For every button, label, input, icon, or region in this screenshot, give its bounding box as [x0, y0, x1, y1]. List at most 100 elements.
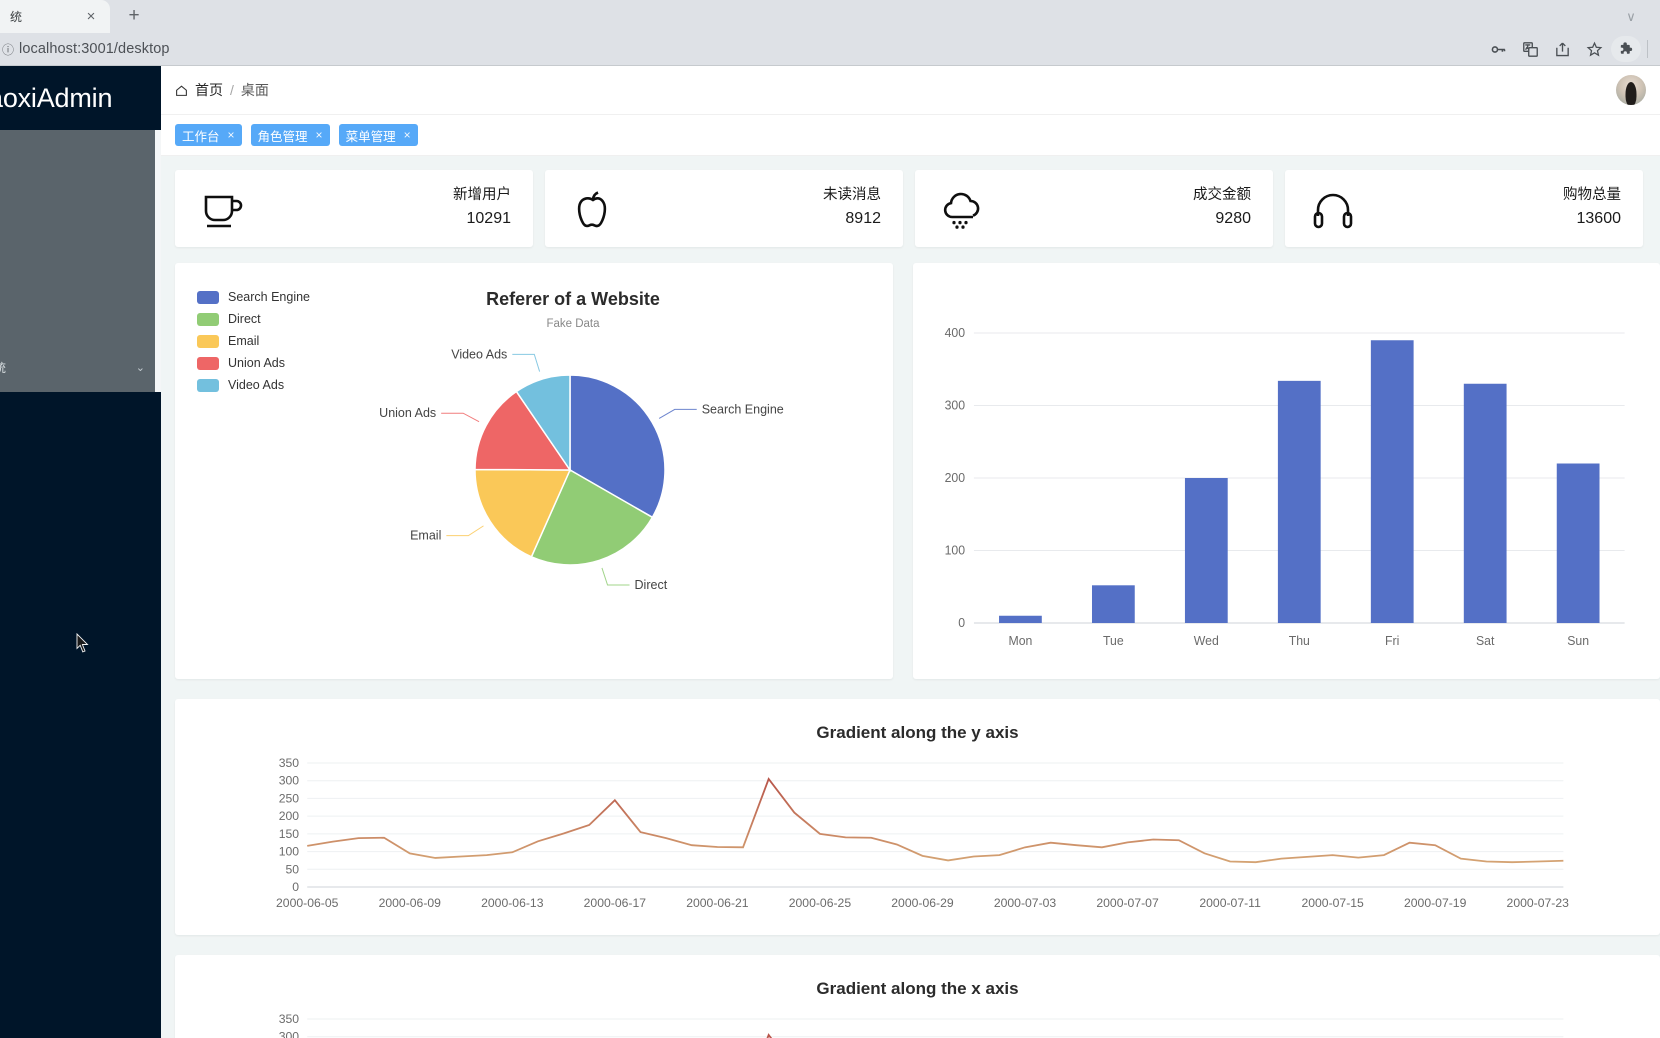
address-bar[interactable]: ⓘ localhost:3001/desktop: [0, 37, 1483, 61]
line-chart-title-y: Gradient along the y axis: [816, 723, 1019, 742]
line-x-tick-label: 2000-06-17: [584, 896, 647, 910]
pie-leader-line: [601, 567, 630, 586]
sidebar-item-label: 统: [0, 360, 7, 375]
bar-x-tick-label: Sun: [1567, 634, 1589, 648]
pie-leader-line: [658, 408, 697, 419]
sidebar-scrollbar[interactable]: [155, 130, 161, 392]
topbar: 首页 / 桌面: [161, 66, 1660, 115]
breadcrumb: 首页 / 桌面: [175, 80, 269, 100]
stat-card-total-purchases[interactable]: 购物总量 13600: [1285, 170, 1643, 247]
pie-slice-label: Email: [410, 529, 441, 543]
rain-cloud-icon: [939, 187, 987, 231]
avatar[interactable]: [1616, 75, 1646, 105]
stat-label: 新增用户: [453, 187, 511, 204]
line-y-tick-label: 0: [292, 880, 299, 894]
stat-text: 未读消息 8912: [823, 185, 881, 232]
close-icon[interactable]: ×: [404, 129, 411, 141]
extensions-icon[interactable]: [1611, 36, 1641, 62]
pie-leader-line: [512, 353, 541, 372]
line-x-tick-label: 2000-07-03: [994, 896, 1057, 910]
line-x-tick-label: 2000-06-25: [789, 896, 852, 910]
bar-sat: [1463, 383, 1507, 623]
toolbar-divider: [1647, 40, 1648, 58]
stat-label: 成交金额: [1193, 187, 1251, 204]
line-x-tick-label: 2000-07-19: [1404, 896, 1467, 910]
stat-card-unread-messages[interactable]: 未读消息 8912: [545, 170, 903, 247]
line-y-tick-label: 300: [279, 774, 300, 788]
line-y-tick-label: 100: [279, 845, 300, 859]
browser-chrome: 统 × + ∨ ⓘ localhost:3001/desktop: [0, 0, 1660, 66]
stat-card-new-users[interactable]: 新增用户 10291: [175, 170, 533, 247]
line-y-tick-label: 50: [286, 862, 300, 876]
share-icon[interactable]: [1547, 36, 1577, 62]
stat-text: 成交金额 9280: [1193, 185, 1251, 232]
tag-label: 工作台: [182, 129, 220, 144]
sidebar: aoxiAdmin 统 ⌄: [0, 66, 161, 1038]
bar-mon: [999, 615, 1042, 623]
pie-leader-line: [446, 525, 484, 537]
tag-role-management[interactable]: 角色管理 ×: [250, 124, 330, 146]
pie-chart-panel: Search Engine Direct Email Union Ads Vid…: [175, 263, 893, 679]
translate-icon[interactable]: [1515, 36, 1545, 62]
bar-wed: [1184, 478, 1228, 623]
browser-tab-title: 统: [10, 10, 23, 24]
line-y-tick-label: 200: [279, 809, 300, 823]
breadcrumb-home[interactable]: 首页: [195, 80, 223, 100]
close-icon[interactable]: ×: [228, 129, 235, 141]
breadcrumb-current: 桌面: [240, 82, 269, 98]
stat-cards: 新增用户 10291 未读消息 8912 成交金额 9280 购物总量 1360…: [175, 170, 1660, 247]
close-icon[interactable]: ×: [82, 8, 100, 26]
tag-menu-management[interactable]: 菜单管理 ×: [338, 124, 418, 146]
bar-y-tick-label: 200: [945, 471, 966, 485]
line-x-tick-label: 2000-06-05: [276, 896, 339, 910]
bar-y-tick-label: 100: [945, 543, 966, 557]
line-chart-svg-x[interactable]: 300 350: [175, 999, 1660, 1038]
tag-workbench[interactable]: 工作台 ×: [175, 124, 242, 146]
browser-tabstrip: 统 × + ∨: [0, 0, 1660, 33]
stat-value: 8912: [845, 209, 881, 227]
main-area: 首页 / 桌面 工作台 × 角色管理 × 菜单管理 × 新增用户 10291 未…: [161, 66, 1660, 1038]
stat-value: 9280: [1215, 209, 1251, 227]
bar-x-tick-label: Thu: [1289, 634, 1310, 648]
pie-chart-svg[interactable]: Search Engine Direct Email Union Ads Video A…: [175, 263, 893, 679]
app-shell: aoxiAdmin 统 ⌄ 首页 / 桌面 工作台 × 角色管理 × 菜单管理 …: [0, 66, 1660, 1038]
home-icon: [175, 84, 188, 97]
line-series-path: [307, 777, 1564, 864]
mouse-cursor: [76, 632, 90, 653]
pie-leader-line: [441, 412, 480, 423]
sidebar-item-system[interactable]: 统 ⌄: [0, 350, 153, 384]
bar-y-tick-label: 300: [945, 398, 966, 412]
bar-x-tick-label: Wed: [1194, 634, 1219, 648]
close-icon[interactable]: ×: [316, 129, 323, 141]
browser-tab[interactable]: 统 ×: [0, 0, 110, 33]
stat-value: 10291: [466, 209, 512, 227]
bar-y-tick-label: 400: [945, 326, 966, 340]
bar-tue: [1091, 585, 1135, 623]
stat-card-transaction-amount[interactable]: 成交金额 9280: [915, 170, 1273, 247]
star-icon[interactable]: [1579, 36, 1609, 62]
bar-sun: [1556, 463, 1600, 623]
address-bar-url: localhost:3001/desktop: [19, 41, 170, 57]
tag-label: 菜单管理: [345, 129, 396, 144]
chevron-down-icon[interactable]: ∨: [1616, 0, 1646, 33]
new-tab-button[interactable]: +: [120, 2, 148, 30]
key-icon[interactable]: [1483, 36, 1513, 62]
bar-x-tick-label: Tue: [1103, 634, 1124, 648]
toolbar-icons: [1483, 36, 1652, 62]
line-x-tick-label: 2000-07-07: [1096, 896, 1159, 910]
stat-text: 购物总量 13600: [1563, 185, 1621, 232]
stat-value: 13600: [1576, 209, 1622, 227]
stat-label: 未读消息: [823, 187, 881, 204]
headphones-icon: [1309, 187, 1357, 231]
pie-slice-label: Union Ads: [379, 406, 436, 420]
sidebar-menu-panel: 统 ⌄: [0, 130, 161, 392]
line-chart-svg-y[interactable]: 0 50 100 150 200 250 300 350 2000-06-05 2000-06-0…: [175, 743, 1660, 923]
sidebar-logo-text: aoxiAdmin: [0, 82, 113, 113]
line-chart-title-x: Gradient along the x axis: [816, 979, 1019, 998]
coffee-cup-icon: [199, 187, 247, 231]
line-y-tick-label: 300: [279, 1030, 300, 1038]
sidebar-logo[interactable]: aoxiAdmin: [0, 66, 161, 130]
dashboard-content: 新增用户 10291 未读消息 8912 成交金额 9280 购物总量 1360…: [161, 156, 1660, 1038]
bar-chart-svg[interactable]: 0 100 200 300 400 Mon Tue Wed Thu Fri Sat Sun: [913, 263, 1660, 679]
page-info-icon[interactable]: ⓘ: [2, 41, 14, 58]
